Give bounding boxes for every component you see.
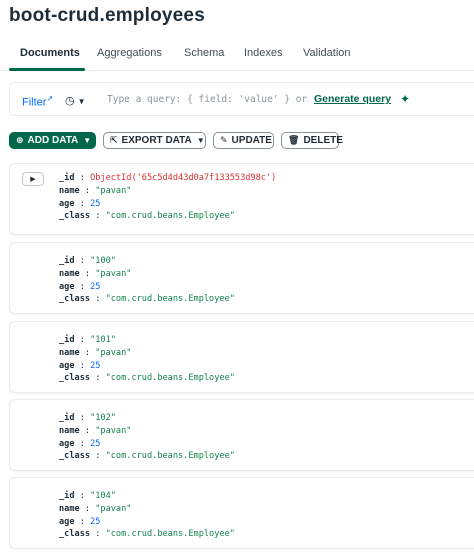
field-value: "104" — [90, 491, 116, 501]
database-name: boot-crud — [9, 5, 100, 26]
field-value: 25 — [90, 360, 101, 371]
collection-name: employees — [104, 5, 205, 26]
field-value: "102" — [90, 413, 116, 423]
field-value: "com.crud.beans.Employee" — [105, 529, 235, 540]
trash-icon: 🗑 — [288, 135, 300, 145]
generate-query-link[interactable]: Generate query — [314, 93, 391, 105]
plus-circle-icon: ⊕ — [16, 135, 24, 145]
field-value: 25 — [90, 516, 101, 527]
expand-document-button[interactable]: ▶ — [22, 172, 44, 186]
field-value: "com.crud.beans.Employee" — [105, 211, 235, 222]
field-value: "com.crud.beans.Employee" — [105, 294, 235, 305]
external-link-icon: ↗ — [46, 94, 54, 103]
sparkle-icon: ✦ — [400, 92, 411, 106]
field-value: 25 — [90, 438, 101, 449]
document-fields: _id : "102" name : "pavan" age : 25 _cla… — [59, 413, 235, 462]
document-card[interactable]: _id : "101" name : "pavan" age : 25 _cla… — [9, 321, 474, 393]
filter-link[interactable]: Filter↗ — [22, 94, 53, 109]
field-value: "com.crud.beans.Employee" — [105, 373, 235, 384]
document-fields: _id : "100" name : "pavan" age : 25 _cla… — [59, 256, 235, 305]
tab-documents[interactable]: Documents — [20, 47, 80, 59]
tab-aggregations[interactable]: Aggregations — [97, 47, 162, 59]
tab-validation[interactable]: Validation — [303, 47, 351, 59]
field-value: "pavan" — [95, 503, 132, 514]
active-tab-indicator — [9, 68, 85, 71]
query-input[interactable]: Type a query: { field: 'value' } or — [107, 94, 307, 105]
export-icon: ⇱ — [110, 135, 118, 145]
document-fields: _id : "104" name : "pavan" age : 25 _cla… — [59, 491, 235, 540]
update-button[interactable]: ✎ UPDATE — [213, 132, 274, 149]
chevron-down-icon: ▼ — [77, 97, 86, 106]
field-value: 25 — [90, 281, 101, 292]
field-value: "100" — [90, 256, 116, 266]
export-data-button[interactable]: ⇱ EXPORT DATA ▼ — [103, 132, 206, 149]
field-value: "pavan" — [95, 185, 132, 196]
tab-schema[interactable]: Schema — [184, 47, 224, 59]
expand-caret-icon: ▶ — [30, 176, 36, 183]
document-fields: _id : "101" name : "pavan" age : 25 _cla… — [59, 335, 235, 384]
add-data-button[interactable]: ⊕ ADD DATA ▼ — [9, 132, 96, 149]
tab-indexes[interactable]: Indexes — [244, 47, 283, 59]
query-history-button[interactable]: ◷ ▼ — [65, 94, 86, 107]
document-fields: _id : ObjectId('65c5d4d43d0a7f133553d98c… — [59, 173, 277, 222]
field-value: "pavan" — [95, 268, 132, 279]
field-value: "101" — [90, 335, 116, 345]
pencil-icon: ✎ — [220, 135, 228, 145]
document-card[interactable]: _id : "102" name : "pavan" age : 25 _cla… — [9, 399, 474, 471]
query-bar: Filter↗ ◷ ▼ Type a query: { field: 'valu… — [9, 82, 474, 116]
document-card[interactable]: _id : "104" name : "pavan" age : 25 _cla… — [9, 477, 474, 549]
field-value: "pavan" — [95, 347, 132, 358]
chevron-down-icon: ▼ — [196, 136, 205, 145]
field-value: "com.crud.beans.Employee" — [105, 451, 235, 462]
delete-button[interactable]: 🗑 DELETE — [281, 132, 343, 149]
document-card[interactable]: ▶ _id : ObjectId('65c5d4d43d0a7f133553d9… — [9, 163, 474, 235]
tab-bar: Documents Aggregations Schema Indexes Va… — [0, 44, 474, 71]
field-value: 25 — [90, 198, 101, 209]
field-value: "pavan" — [95, 425, 132, 436]
clock-icon: ◷ — [65, 95, 75, 107]
field-value: ObjectId('65c5d4d43d0a7f133553d98c') — [90, 173, 277, 183]
document-card[interactable]: _id : "100" name : "pavan" age : 25 _cla… — [9, 242, 474, 314]
chevron-down-icon: ▼ — [83, 136, 92, 145]
collection-title: boot-crud.employees — [9, 5, 205, 26]
